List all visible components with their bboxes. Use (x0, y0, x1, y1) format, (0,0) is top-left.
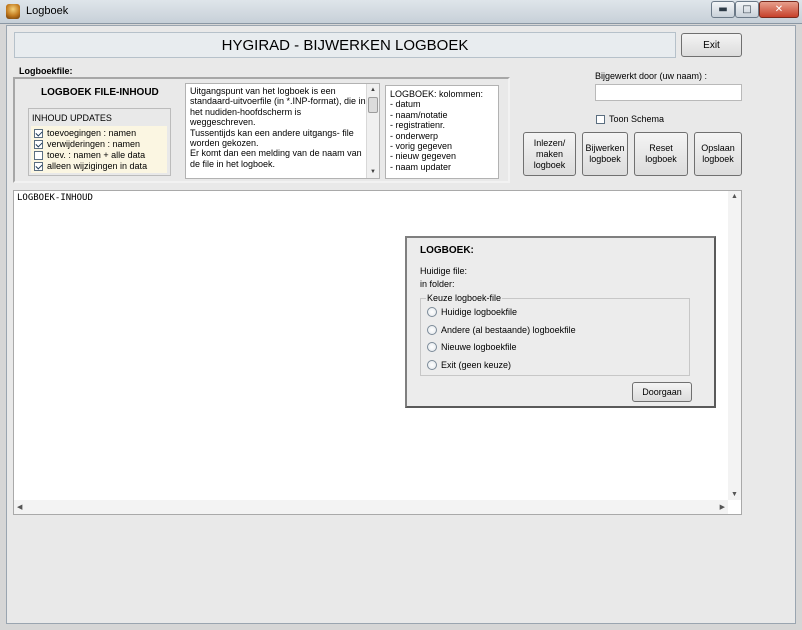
option-andere[interactable]: Andere (al bestaande) logboekfile (427, 325, 576, 335)
scroll-down-icon[interactable]: ▼ (731, 491, 738, 498)
option-nieuwe[interactable]: Nieuwe logboekfile (427, 342, 517, 352)
option-label: Nieuwe logboekfile (441, 342, 517, 352)
keuze-logboek-legend: Keuze logboek-file (426, 293, 503, 303)
option-exit[interactable]: Exit (geen keuze) (427, 360, 511, 370)
app-icon (6, 4, 20, 19)
option-label: Andere (al bestaande) logboekfile (441, 325, 576, 335)
scroll-right-icon[interactable]: ▶ (720, 503, 725, 511)
folder-label: in folder: (420, 279, 455, 289)
columns-text: LOGBOEK: kolommen: - datum - naam/notati… (390, 89, 484, 172)
radio-huidige[interactable] (427, 307, 437, 317)
title-bar (0, 0, 802, 24)
toon-schema-checkbox[interactable] (596, 114, 605, 124)
update-option-wijzigingen[interactable]: alleen wijzigingen in data (34, 161, 147, 171)
bijwerken-logboek-button[interactable]: Bijwerken logboek (582, 132, 628, 176)
info-text: Uitgangspunt van het logboek is een stan… (190, 86, 366, 169)
scroll-up-icon[interactable]: ▲ (367, 85, 379, 95)
toon-schema-label: Toon Schema (609, 114, 665, 124)
inhoud-updates-list: toevoegingen : namen verwijderingen : na… (31, 126, 167, 173)
update-option-label: verwijderingen : namen (47, 139, 141, 149)
updated-by-label: Bijgewerkt door (uw naam) : (595, 71, 708, 81)
checkbox-alle-data[interactable] (34, 150, 43, 160)
option-label: Exit (geen keuze) (441, 360, 512, 370)
opslaan-logboek-button[interactable]: Opslaan logboek (694, 132, 742, 176)
reset-logboek-button[interactable]: Reset logboek (634, 132, 688, 176)
update-option-alle-data[interactable]: toev. : namen + alle data (34, 150, 145, 160)
checkbox-wijzigingen[interactable] (34, 161, 43, 171)
inlezen-logboek-button[interactable]: Inlezen/ maken logboek (523, 132, 576, 176)
file-inhoud-title: LOGBOEK FILE-INHOUD (41, 87, 159, 98)
updated-by-input[interactable] (595, 84, 742, 101)
update-option-verwijderingen[interactable]: verwijderingen : namen (34, 139, 140, 149)
page-title: HYGIRAD - BIJWERKEN LOGBOEK (14, 32, 676, 58)
log-horizontal-scrollbar[interactable]: ◀ ▶ (14, 500, 728, 514)
info-scrollbar[interactable]: ▲ ▼ (366, 84, 379, 178)
maximize-button[interactable]: □ (735, 1, 759, 18)
update-option-label: alleen wijzigingen in data (47, 161, 148, 171)
dialog-title: LOGBOEK: (420, 245, 474, 256)
scroll-up-icon[interactable]: ▲ (731, 193, 738, 200)
scroll-left-icon[interactable]: ◀ (17, 503, 22, 511)
scroll-thumb[interactable] (368, 97, 378, 113)
scroll-down-icon[interactable]: ▼ (367, 167, 379, 177)
doorgaan-button[interactable]: Doorgaan (632, 382, 692, 402)
window-title: Logboek (26, 5, 69, 17)
logboekfile-label: Logboekfile: (19, 66, 73, 76)
radio-andere[interactable] (427, 325, 437, 335)
minimize-button[interactable]: ▬ (711, 1, 735, 18)
toon-schema-option[interactable]: Toon Schema (596, 114, 664, 124)
columns-textbox: LOGBOEK: kolommen: - datum - naam/notati… (385, 85, 499, 179)
log-vertical-scrollbar[interactable]: ▲ ▼ (728, 191, 741, 500)
inhoud-updates-legend: INHOUD UPDATES (32, 113, 112, 123)
update-option-label: toev. : namen + alle data (47, 150, 146, 160)
update-option-toevoegingen[interactable]: toevoegingen : namen (34, 128, 136, 138)
option-label: Huidige logboekfile (441, 307, 518, 317)
option-huidige[interactable]: Huidige logboekfile (427, 307, 517, 317)
checkbox-verwijderingen[interactable] (34, 139, 43, 149)
log-content-text: LOGBOEK-INHOUD (17, 193, 93, 203)
close-button[interactable]: ✕ (759, 1, 799, 18)
radio-exit[interactable] (427, 360, 437, 370)
radio-nieuwe[interactable] (427, 342, 437, 352)
checkbox-toevoegingen[interactable] (34, 128, 43, 138)
info-textbox[interactable]: Uitgangspunt van het logboek is een stan… (185, 83, 380, 179)
current-file-label: Huidige file: (420, 266, 468, 276)
exit-button[interactable]: Exit (681, 33, 742, 57)
update-option-label: toevoegingen : namen (47, 128, 137, 138)
